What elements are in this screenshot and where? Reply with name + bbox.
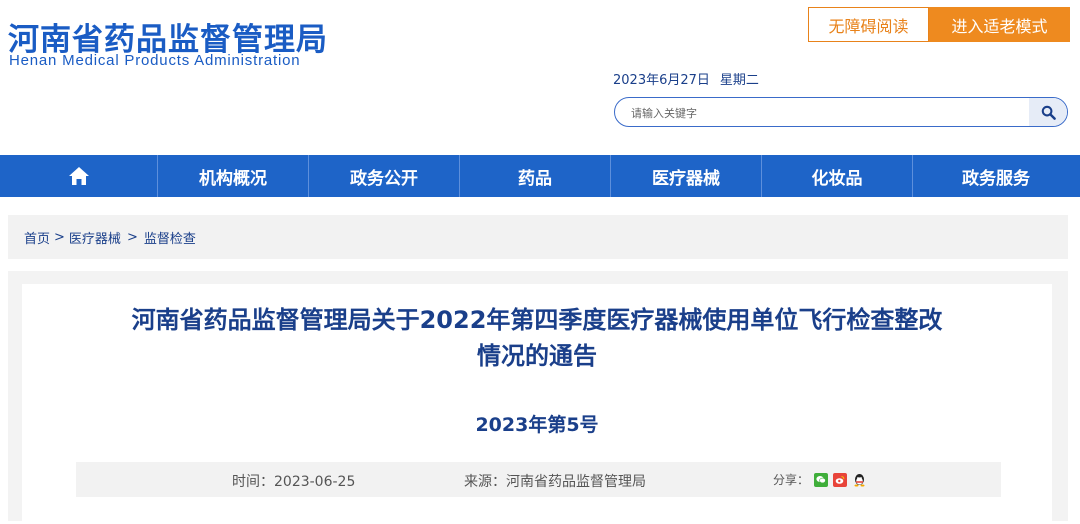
breadcrumb-home[interactable]: 首页 bbox=[24, 228, 50, 247]
site-logo-subtitle: Henan Medical Products Administration bbox=[9, 52, 301, 69]
nav-home[interactable] bbox=[0, 155, 158, 197]
elder-mode-button[interactable]: 进入适老模式 bbox=[929, 7, 1070, 42]
qq-share-icon[interactable] bbox=[852, 473, 866, 487]
home-icon bbox=[68, 167, 89, 185]
current-weekday: 星期二 bbox=[719, 73, 759, 88]
publish-time: 时间：2023-06-25 bbox=[232, 471, 355, 491]
nav-item-cosmetics[interactable]: 化妆品 bbox=[762, 155, 913, 197]
current-date: 2023年6月27日 bbox=[613, 73, 710, 88]
date-display: 2023年6月27日 星期二 bbox=[613, 69, 759, 88]
article-title-line1: 河南省药品监督管理局关于2022年第四季度医疗器械使用单位飞行检查整改 bbox=[131, 306, 943, 334]
search-input[interactable] bbox=[629, 102, 1023, 124]
accessible-reading-button[interactable]: 无障碍阅读 bbox=[808, 7, 929, 42]
article-title-line2: 情况的通告 bbox=[477, 342, 597, 370]
nav-item-government-affairs[interactable]: 政务公开 bbox=[309, 155, 460, 197]
search-icon bbox=[1041, 105, 1056, 120]
share-label: 分享： bbox=[773, 473, 810, 487]
content-frame: 河南省药品监督管理局关于2022年第四季度医疗器械使用单位飞行检查整改 情况的通… bbox=[8, 271, 1068, 524]
breadcrumb-separator: > bbox=[126, 229, 138, 245]
breadcrumb-separator: > bbox=[54, 229, 65, 245]
article-meta: 时间：2023-06-25 来源：河南省药品监督管理局 分享： bbox=[76, 462, 1001, 497]
publish-time-value: 2023-06-25 bbox=[274, 474, 356, 490]
article-source: 来源：河南省药品监督管理局 bbox=[464, 471, 646, 491]
breadcrumb-supervision[interactable]: 监督检查 bbox=[144, 228, 196, 247]
weibo-share-icon[interactable] bbox=[833, 472, 848, 487]
breadcrumb-medical-devices[interactable]: 医疗器械 bbox=[69, 228, 121, 247]
source-label: 来源： bbox=[464, 474, 506, 490]
top-buttons: 无障碍阅读 进入适老模式 bbox=[808, 7, 1070, 42]
source-value: 河南省药品监督管理局 bbox=[506, 474, 646, 490]
nav-item-institution[interactable]: 机构概况 bbox=[158, 155, 309, 197]
search-button[interactable] bbox=[1029, 98, 1067, 126]
main-nav: 机构概况 政务公开 药品 医疗器械 化妆品 政务服务 bbox=[0, 155, 1080, 197]
nav-item-drugs[interactable]: 药品 bbox=[460, 155, 611, 197]
publish-time-label: 时间： bbox=[232, 474, 274, 490]
search-box bbox=[614, 97, 1068, 127]
article-title: 河南省药品监督管理局关于2022年第四季度医疗器械使用单位飞行检查整改 情况的通… bbox=[82, 302, 992, 374]
nav-item-medical-devices[interactable]: 医疗器械 bbox=[611, 155, 762, 197]
article-container: 河南省药品监督管理局关于2022年第四季度医疗器械使用单位飞行检查整改 情况的通… bbox=[22, 284, 1052, 524]
breadcrumb: 首页 > 医疗器械 > 监督检查 bbox=[8, 215, 1068, 259]
document-number: 2023年第5号 bbox=[475, 414, 599, 436]
wechat-share-icon[interactable] bbox=[814, 472, 829, 487]
share-bar: 分享： bbox=[773, 471, 866, 488]
nav-item-services[interactable]: 政务服务 bbox=[913, 155, 1079, 197]
